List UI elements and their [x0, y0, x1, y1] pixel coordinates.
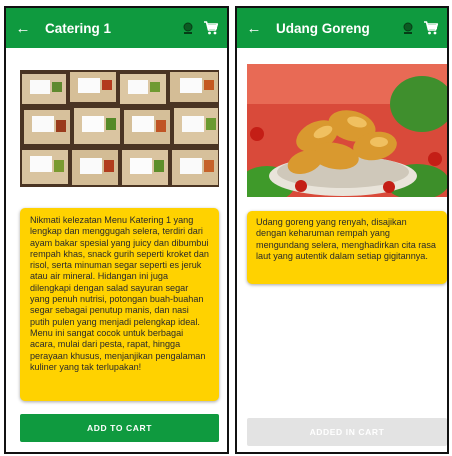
page-title: Catering 1: [45, 20, 112, 36]
product-description: Nikmati kelezatan Menu Katering 1 yang l…: [30, 215, 209, 372]
description-card: Udang goreng yang renyah, disajikan deng…: [247, 211, 447, 284]
catering-detail-screen: ← Catering 1 Nikmati kelezatan Menu Kate…: [4, 6, 229, 454]
page-title: Udang Goreng: [276, 20, 370, 36]
back-arrow-icon[interactable]: ←: [9, 20, 37, 37]
status-indicator-icon[interactable]: [401, 21, 415, 35]
catering-boxes-image: [20, 70, 219, 187]
add-to-cart-button[interactable]: ADD TO CART: [20, 414, 219, 442]
fried-shrimp-image: [247, 64, 447, 197]
added-in-cart-button[interactable]: ADDED IN CART: [247, 418, 447, 446]
udang-goreng-detail-screen: ← Udang Goreng Udang goreng yang renyah,…: [235, 6, 449, 454]
app-bar: ← Catering 1: [6, 8, 227, 48]
status-indicator-icon[interactable]: [181, 21, 195, 35]
description-card: Nikmati kelezatan Menu Katering 1 yang l…: [20, 208, 219, 401]
shopping-cart-icon[interactable]: [423, 20, 439, 36]
back-arrow-icon[interactable]: ←: [240, 20, 268, 37]
product-description: Udang goreng yang renyah, disajikan deng…: [256, 217, 436, 261]
shopping-cart-icon[interactable]: [203, 20, 219, 36]
app-bar: ← Udang Goreng: [237, 8, 447, 48]
